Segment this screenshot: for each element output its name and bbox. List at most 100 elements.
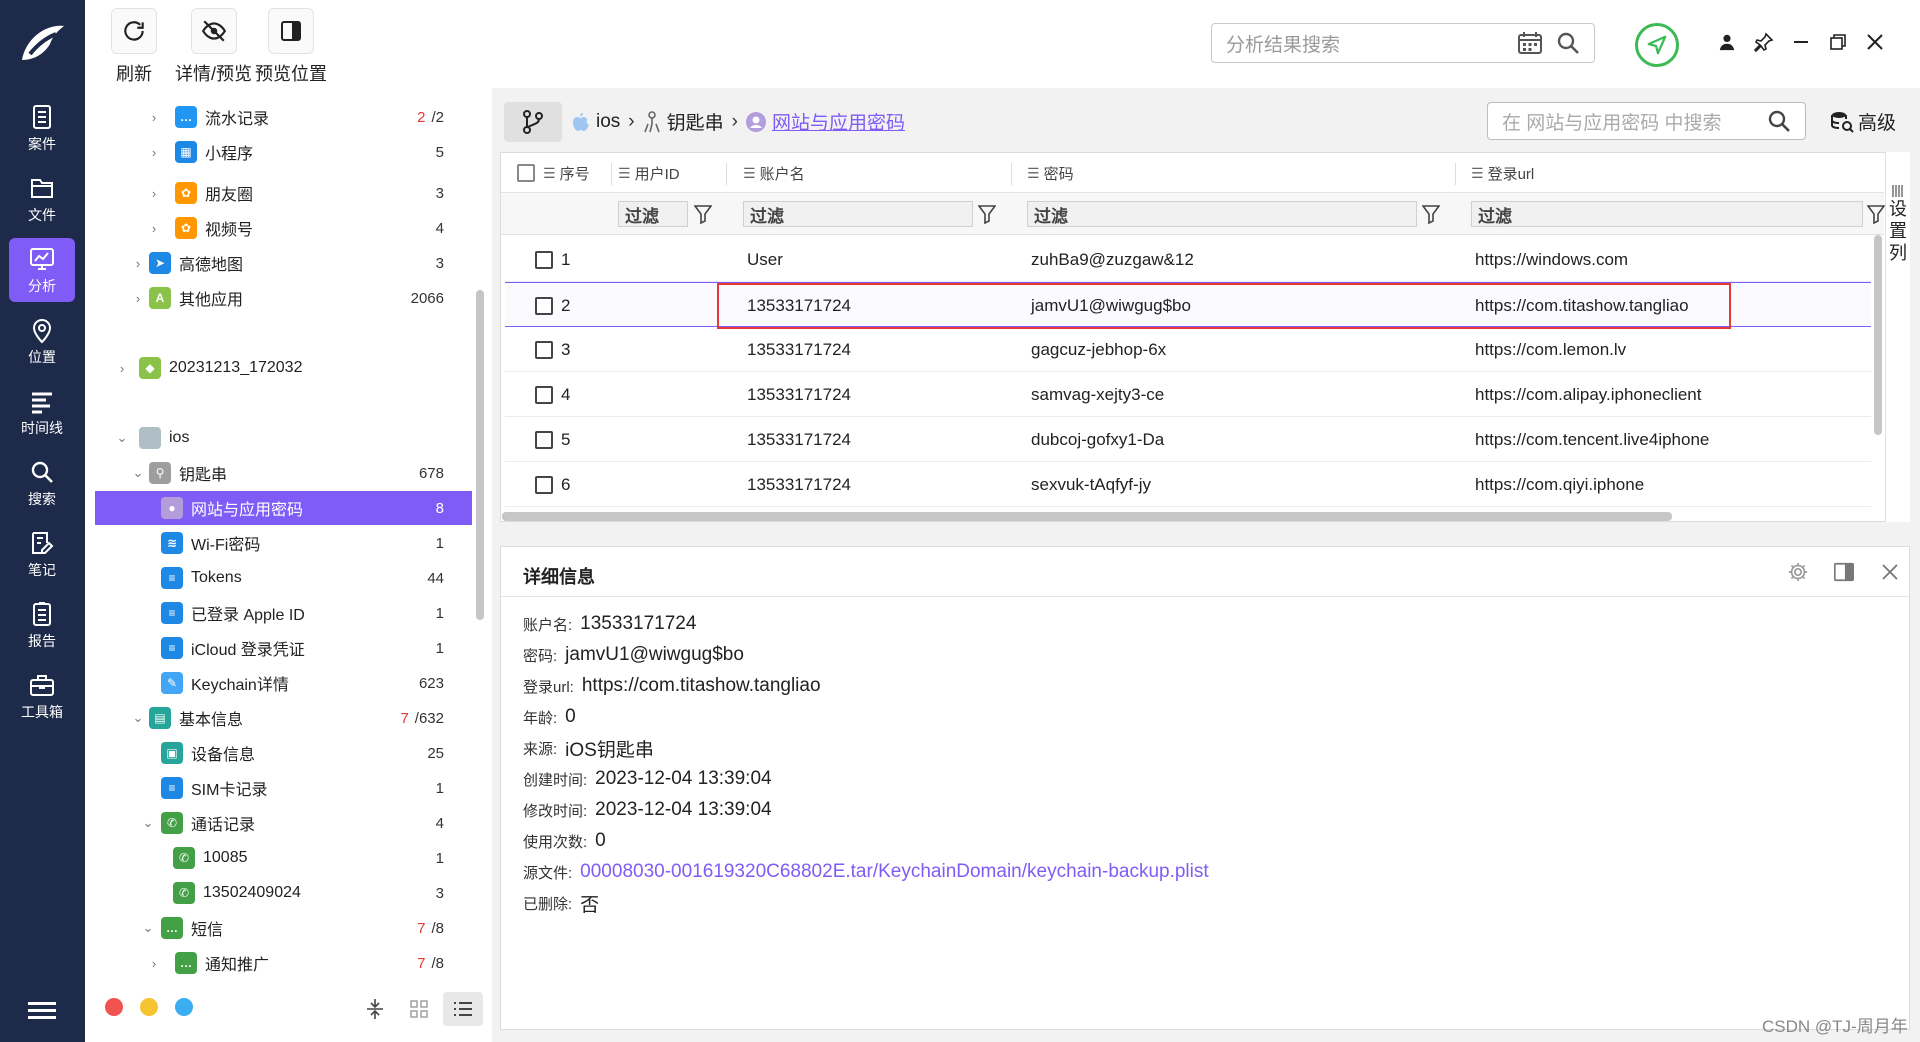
restore-icon[interactable] [1826, 30, 1850, 54]
row-checkbox[interactable] [535, 340, 553, 359]
table-row[interactable]: 3 13533171724 gagcuz-jebhop-6x https://com.… [505, 327, 1871, 372]
tree-item[interactable]: ⌄ ios [95, 421, 472, 455]
filter-icon[interactable] [694, 204, 712, 224]
tree-item[interactable]: › ▦ 小程序 5 [95, 135, 472, 169]
select-all-checkbox[interactable] [517, 153, 543, 193]
preview-position-button[interactable]: 预览位置 [255, 8, 327, 86]
row-checkbox[interactable] [535, 385, 553, 404]
detail-preview-button[interactable]: 详情/预览 [175, 8, 252, 86]
tree-item[interactable]: ≡ Tokens 44 [95, 561, 472, 595]
breadcrumb-current[interactable]: 网站与应用密码 [772, 108, 905, 135]
tree-item[interactable]: › A 其他应用 2066 [95, 281, 472, 315]
yellow-dot-icon[interactable] [140, 998, 158, 1016]
filter-icon[interactable] [1422, 204, 1440, 224]
rail-item-timeline[interactable]: 时间线 [9, 380, 75, 444]
column-header-user-id[interactable]: ☰ 用户ID [618, 153, 680, 193]
tree-item[interactable]: ≡ 已登录 Apple ID 1 [95, 596, 472, 630]
tree-scrollbar[interactable] [476, 290, 484, 620]
chevron-down-icon[interactable]: ⌄ [131, 465, 145, 480]
table-row[interactable]: 4 13533171724 samvag-xejty3-ce https://com.… [505, 372, 1871, 417]
tree-item[interactable]: ⌄ ⚲ 钥匙串 678 [95, 456, 472, 490]
row-checkbox[interactable] [535, 475, 553, 494]
chevron-right-icon[interactable]: › [131, 291, 145, 306]
chevron-right-icon[interactable]: › [131, 256, 145, 271]
table-row[interactable]: 5 13533171724 dubcoj-gofxy1-Da https://com.… [505, 417, 1871, 462]
collapse-all-icon[interactable] [355, 992, 395, 1026]
rail-item-search[interactable]: 搜索 [9, 451, 75, 515]
tree-item[interactable]: ● 网站与应用密码 8 [95, 491, 472, 525]
filter-icon[interactable] [1867, 204, 1885, 224]
chevron-down-icon[interactable]: ⌄ [141, 920, 155, 935]
grid-view-icon[interactable] [399, 992, 439, 1026]
tree-item[interactable]: › … 通知推广 7/8 [95, 946, 472, 980]
column-header-account[interactable]: ☰ 账户名 [743, 153, 805, 193]
tree-item[interactable]: ⌄ ▤ 基本信息 7/632 [95, 701, 472, 735]
branch-button[interactable] [504, 102, 562, 142]
chevron-right-icon[interactable]: › [147, 221, 161, 236]
tree-item[interactable]: › ✿ 朋友圈 3 [95, 176, 472, 210]
calendar-icon[interactable] [1518, 32, 1542, 54]
tree-item[interactable]: ✆ 13502409024 3 [95, 876, 472, 910]
rail-item-case[interactable]: 案件 [9, 96, 75, 160]
search-icon[interactable] [1556, 31, 1580, 55]
rail-item-folder[interactable]: 文件 [9, 167, 75, 231]
tree-item[interactable]: › ➤ 高德地图 3 [95, 246, 472, 280]
column-header-url[interactable]: ☰ 登录url [1471, 153, 1534, 193]
blue-dot-icon[interactable] [175, 998, 193, 1016]
tree-item[interactable]: ▣ 设备信息 25 [95, 736, 472, 770]
table-vertical-scrollbar[interactable] [1874, 235, 1882, 435]
table-row[interactable]: 6 13533171724 sexvuk-tAqfyf-jy https://com.… [505, 462, 1871, 507]
list-view-icon[interactable] [443, 992, 483, 1026]
close-icon[interactable] [1863, 30, 1887, 54]
filter-icon[interactable] [978, 204, 996, 224]
analysis-search-input[interactable]: 分析结果搜索 [1211, 23, 1595, 63]
tree-item[interactable]: ≡ SIM卡记录 1 [95, 771, 472, 805]
chevron-right-icon[interactable]: › [147, 956, 161, 971]
table-row[interactable]: 1 User zuhBa9@zuzgaw&12 https://windows.com [505, 237, 1871, 282]
hamburger-menu-icon[interactable] [28, 1002, 56, 1023]
column-header-password[interactable]: ☰ 密码 [1027, 153, 1074, 193]
tree-item[interactable]: ⌄ … 短信 7/8 [95, 911, 472, 945]
rail-item-note[interactable]: 笔记 [9, 522, 75, 586]
minimize-icon[interactable] [1789, 30, 1813, 54]
column-settings-button[interactable]: 设置列 [1885, 152, 1910, 522]
panel-right-icon[interactable] [1831, 559, 1857, 585]
refresh-button[interactable]: 刷新 [111, 8, 157, 86]
tree-item[interactable]: ≡ iCloud 登录凭证 1 [95, 631, 472, 665]
chevron-down-icon[interactable]: ⌄ [115, 430, 129, 445]
rail-item-location[interactable]: 位置 [9, 309, 75, 373]
column-header-index[interactable]: ☰ 序号 [543, 153, 590, 193]
row-checkbox[interactable] [535, 250, 553, 269]
rail-item-toolbox[interactable]: 工具箱 [9, 664, 75, 728]
chevron-down-icon[interactable]: ⌄ [141, 815, 155, 830]
gear-icon[interactable] [1785, 559, 1811, 585]
tree-item[interactable]: › … 流水记录 2/2 [95, 100, 472, 134]
tree-item[interactable]: › ✿ 视频号 4 [95, 211, 472, 245]
row-checkbox[interactable] [535, 430, 553, 449]
source-file-link[interactable]: 00008030-001619320C68802E.tar/KeychainDo… [580, 861, 1208, 883]
red-dot-icon[interactable] [105, 998, 123, 1016]
tree-item[interactable]: ✎ Keychain详情 623 [95, 666, 472, 700]
chevron-right-icon[interactable]: › [147, 186, 161, 201]
rail-item-report[interactable]: 报告 [9, 593, 75, 657]
tree-item[interactable]: ✆ 10085 1 [95, 841, 472, 875]
tree-item[interactable]: › ◆ 20231213_172032 [95, 351, 472, 385]
tree-item[interactable]: ⌄ ✆ 通话记录 4 [95, 806, 472, 840]
breadcrumb-keychain[interactable]: 钥匙串 [667, 108, 724, 135]
close-icon[interactable] [1877, 559, 1903, 585]
advanced-search-button[interactable]: 高级 [1830, 108, 1896, 135]
filter-url-input[interactable]: 过滤 [1471, 201, 1863, 227]
table-search-input[interactable]: 在 网站与应用密码 中搜索 [1487, 102, 1806, 140]
search-icon[interactable] [1767, 109, 1791, 133]
filter-account-input[interactable]: 过滤 [743, 201, 973, 227]
chevron-down-icon[interactable]: ⌄ [131, 710, 145, 725]
row-checkbox[interactable] [535, 296, 553, 315]
table-horizontal-scrollbar[interactable] [502, 512, 1672, 521]
filter-password-input[interactable]: 过滤 [1027, 201, 1417, 227]
status-send-button[interactable] [1635, 23, 1679, 67]
breadcrumb-ios[interactable]: ios [596, 111, 620, 133]
tree-item[interactable]: ≋ Wi-Fi密码 1 [95, 526, 472, 560]
table-row[interactable]: 2 13533171724 jamvU1@wiwgug$bo https://com.… [505, 282, 1871, 327]
chevron-right-icon[interactable]: › [147, 145, 161, 160]
chevron-right-icon[interactable]: › [147, 110, 161, 125]
